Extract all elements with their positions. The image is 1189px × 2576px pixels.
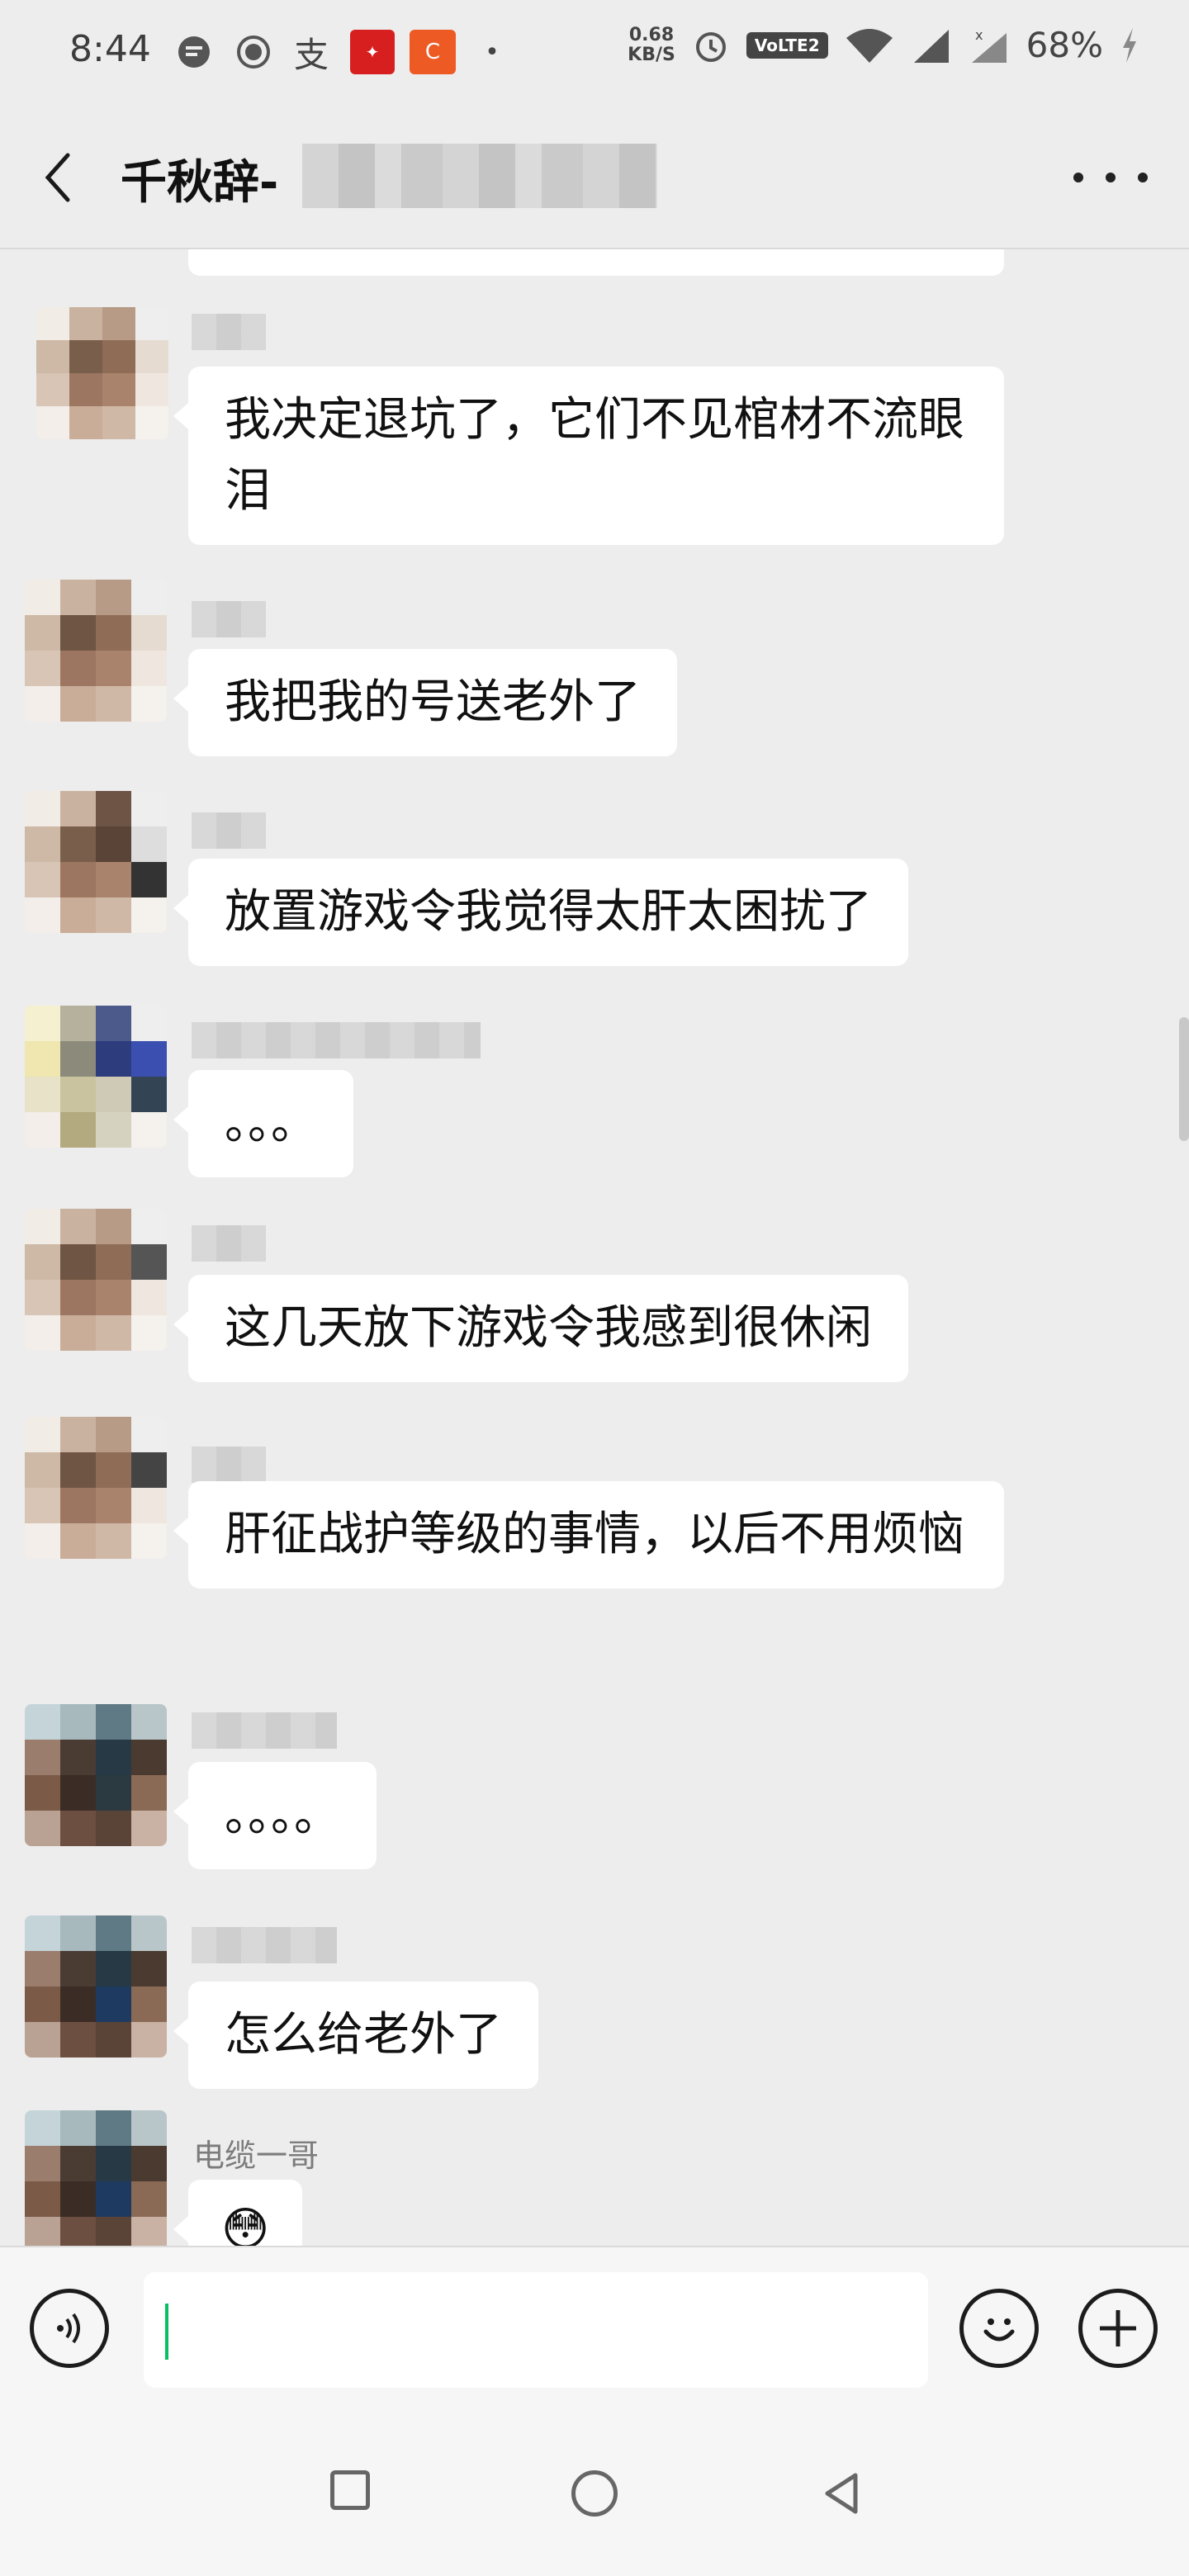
nickname-blurred bbox=[192, 1447, 266, 1483]
status-right: 0.68 KB/S VoLTE2 x 68% bbox=[628, 25, 1139, 65]
app-orange-icon: C bbox=[410, 30, 456, 74]
avatar[interactable] bbox=[36, 307, 168, 439]
net-speed: 0.68 KB/S bbox=[628, 24, 675, 65]
previous-message-bubble[interactable] bbox=[188, 249, 1004, 276]
nickname-blurred bbox=[192, 1712, 337, 1749]
scrollbar[interactable] bbox=[1179, 1017, 1189, 1141]
text-caret bbox=[165, 2304, 168, 2360]
avatar[interactable] bbox=[25, 1006, 167, 1148]
app-red-icon: ✦ bbox=[350, 30, 395, 74]
system-back-button[interactable] bbox=[817, 2469, 867, 2518]
emoji-button[interactable] bbox=[959, 2289, 1039, 2368]
record-icon bbox=[233, 30, 274, 74]
nickname: 电缆一哥 bbox=[193, 2138, 320, 2174]
message-bubble[interactable]: 。。。 bbox=[173, 1070, 353, 1177]
chat-title: 千秋辞- bbox=[121, 156, 279, 210]
message-bubble[interactable]: 怎么给老外了 bbox=[173, 1982, 538, 2089]
message-input[interactable] bbox=[144, 2272, 928, 2388]
avatar[interactable] bbox=[25, 580, 167, 722]
nickname-blurred bbox=[192, 1022, 481, 1058]
svg-text:x: x bbox=[975, 27, 983, 43]
avatar[interactable] bbox=[25, 1209, 167, 1351]
back-button[interactable] bbox=[36, 149, 86, 206]
alipay-icon: 支 bbox=[293, 34, 329, 75]
message-bubble[interactable]: 这几天放下游戏令我感到很休闲 bbox=[173, 1275, 908, 1382]
more-dot bbox=[1106, 173, 1116, 182]
avatar[interactable] bbox=[25, 2110, 167, 2246]
alarm-icon bbox=[695, 31, 726, 62]
more-button[interactable] bbox=[1073, 157, 1148, 198]
voice-button[interactable] bbox=[30, 2289, 109, 2368]
more-dot bbox=[1138, 173, 1148, 182]
more-dots-icon bbox=[1073, 173, 1083, 182]
home-button[interactable] bbox=[571, 2470, 618, 2517]
nickname-blurred bbox=[192, 314, 266, 350]
message-bubble[interactable]: 😳 bbox=[173, 2180, 303, 2246]
input-bar bbox=[0, 2246, 1189, 2396]
nickname-blurred bbox=[192, 601, 266, 637]
recents-button[interactable] bbox=[330, 2470, 370, 2510]
avatar[interactable] bbox=[25, 791, 167, 933]
message-icon bbox=[173, 30, 215, 74]
nickname-blurred bbox=[192, 812, 266, 849]
net-speed-unit: KB/S bbox=[628, 44, 675, 65]
system-nav-bar bbox=[0, 2394, 1189, 2576]
signal-2-icon: x bbox=[971, 27, 1007, 63]
volte-badge: VoLTE2 bbox=[746, 31, 828, 59]
plus-button[interactable] bbox=[1078, 2289, 1158, 2368]
message-bubble[interactable]: 我决定退坑了，它们不见棺材不流眼泪 bbox=[173, 367, 1004, 545]
chat-message-list[interactable]: 我决定退坑了，它们不见棺材不流眼泪 我把我的号送老外了 放置游戏令我觉得太肝太困… bbox=[0, 249, 1189, 2246]
message-bubble[interactable]: 我把我的号送老外了 bbox=[173, 649, 677, 756]
more-notifications-icon: • bbox=[485, 37, 500, 67]
triangle-back-icon bbox=[825, 2473, 858, 2514]
avatar[interactable] bbox=[25, 1417, 167, 1559]
emoji-icon bbox=[983, 2318, 1015, 2342]
plus-icon bbox=[1100, 2310, 1136, 2346]
net-speed-value: 0.68 bbox=[628, 24, 675, 45]
voice-icon bbox=[57, 2313, 80, 2344]
charging-icon bbox=[1123, 27, 1136, 63]
wifi-icon bbox=[846, 28, 893, 63]
nickname-blurred bbox=[192, 1927, 337, 1963]
signal-icon bbox=[913, 29, 949, 63]
title-blurred bbox=[302, 144, 657, 208]
battery-percent: 68% bbox=[1026, 25, 1103, 65]
status-bar: 8:44 支 ✦ C • 0.68 KB/S VoLTE2 x 68% bbox=[0, 0, 1189, 107]
avatar[interactable] bbox=[25, 1704, 167, 1846]
message-bubble[interactable]: 放置游戏令我觉得太肝太困扰了 bbox=[173, 859, 908, 966]
chevron-left-icon bbox=[45, 153, 70, 202]
chat-header: 千秋辞- bbox=[0, 107, 1189, 249]
message-bubble[interactable]: 。。。。 bbox=[173, 1762, 377, 1869]
avatar[interactable] bbox=[25, 1915, 167, 2057]
nickname-blurred bbox=[192, 1225, 266, 1262]
status-time: 8:44 bbox=[69, 28, 151, 70]
message-bubble[interactable]: 肝征战护等级的事情，以后不用烦恼 bbox=[173, 1481, 1004, 1589]
